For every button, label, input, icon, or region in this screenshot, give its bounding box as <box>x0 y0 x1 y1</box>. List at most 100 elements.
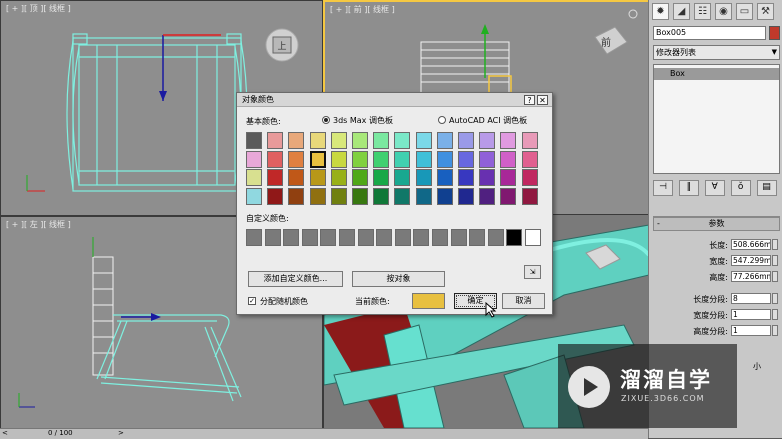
width-spinner[interactable] <box>772 255 778 266</box>
color-swatch[interactable] <box>373 132 390 149</box>
color-swatch[interactable] <box>246 169 262 186</box>
color-swatch[interactable] <box>394 169 411 186</box>
color-swatch[interactable] <box>458 169 474 186</box>
modify-tab-icon[interactable]: ◢ <box>673 3 690 20</box>
color-swatch[interactable] <box>267 150 284 168</box>
pin-stack-icon[interactable]: ⊣ <box>653 180 673 196</box>
custom-color-swatch[interactable] <box>339 229 355 246</box>
modifier-list-dropdown[interactable]: 修改器列表 ▼ <box>653 45 780 60</box>
stack-item-box[interactable]: Box <box>654 68 779 80</box>
custom-color-swatch[interactable] <box>506 229 523 246</box>
color-swatch[interactable] <box>330 132 347 149</box>
width-segs-input[interactable]: 1 <box>731 309 771 320</box>
custom-color-swatch[interactable] <box>394 229 411 246</box>
color-swatch[interactable] <box>458 187 474 205</box>
custom-color-swatch[interactable] <box>376 229 393 246</box>
custom-color-swatch[interactable] <box>357 229 374 246</box>
create-tab-icon[interactable]: ✹ <box>652 3 669 20</box>
color-swatch[interactable] <box>479 169 496 186</box>
color-swatch[interactable] <box>415 150 432 168</box>
height-segs-input[interactable]: 1 <box>731 325 771 336</box>
palette-3dsmax-radio[interactable]: 3ds Max 调色板 <box>322 115 393 126</box>
color-swatch[interactable] <box>436 169 453 186</box>
color-swatch[interactable] <box>246 187 262 205</box>
color-swatch[interactable] <box>373 150 390 168</box>
color-swatch[interactable] <box>288 187 305 205</box>
current-color-swatch[interactable] <box>412 293 445 309</box>
color-swatch[interactable] <box>394 132 411 149</box>
object-name-field[interactable]: Box005 <box>653 26 766 40</box>
next-frame-icon[interactable]: > <box>118 429 124 438</box>
color-swatch[interactable] <box>436 187 453 205</box>
custom-color-swatch[interactable] <box>432 229 448 246</box>
length-spinner[interactable] <box>772 239 778 250</box>
color-swatch[interactable] <box>330 150 347 168</box>
width-segs-spinner[interactable] <box>772 309 778 320</box>
color-swatch[interactable] <box>479 187 496 205</box>
length-segs-spinner[interactable] <box>772 293 778 304</box>
color-swatch[interactable] <box>436 132 453 149</box>
custom-color-swatch[interactable] <box>264 229 281 246</box>
height-segs-spinner[interactable] <box>772 325 778 336</box>
custom-color-swatch[interactable] <box>320 229 337 246</box>
by-object-button[interactable]: 按对象 <box>352 271 445 287</box>
color-swatch[interactable] <box>521 132 538 149</box>
color-swatch[interactable] <box>309 187 326 205</box>
close-button[interactable]: ✕ <box>537 95 548 105</box>
height-spinner[interactable] <box>772 271 778 282</box>
custom-color-swatch[interactable] <box>469 229 486 246</box>
color-swatch[interactable] <box>521 169 538 186</box>
color-swatch[interactable] <box>309 150 326 168</box>
custom-color-swatch[interactable] <box>413 229 430 246</box>
color-swatch[interactable] <box>246 132 262 149</box>
color-swatch[interactable] <box>458 132 474 149</box>
custom-color-swatch[interactable] <box>301 229 318 246</box>
color-swatch[interactable] <box>394 150 411 168</box>
display-tab-icon[interactable]: ▭ <box>736 3 753 20</box>
color-swatch[interactable] <box>415 187 432 205</box>
modifier-stack[interactable]: Box <box>653 64 780 174</box>
custom-color-swatch[interactable] <box>246 229 262 246</box>
color-swatch[interactable] <box>309 169 326 186</box>
help-button[interactable]: ? <box>524 95 535 105</box>
color-swatch[interactable] <box>288 132 305 149</box>
configure-sets-icon[interactable]: ▤ <box>756 180 777 196</box>
assign-random-checkbox[interactable]: ✓ <box>248 297 256 305</box>
color-swatch[interactable] <box>330 169 347 186</box>
eyedropper-icon[interactable]: ⇲ <box>524 265 541 279</box>
color-swatch[interactable] <box>521 150 538 168</box>
length-input[interactable]: 508.666m <box>731 239 771 250</box>
color-swatch[interactable] <box>267 187 284 205</box>
hierarchy-tab-icon[interactable]: ☷ <box>694 3 711 20</box>
length-segs-input[interactable]: 8 <box>731 293 771 304</box>
prev-frame-icon[interactable]: < <box>2 429 8 438</box>
color-swatch[interactable] <box>415 132 432 149</box>
remove-modifier-icon[interactable]: ǒ <box>730 180 751 196</box>
make-unique-icon[interactable]: ∀ <box>704 180 725 196</box>
custom-color-swatch[interactable] <box>283 229 300 246</box>
add-custom-color-button[interactable]: 添加自定义颜色... <box>248 271 343 287</box>
custom-color-swatch[interactable] <box>487 229 504 246</box>
height-input[interactable]: 77.266mm <box>731 271 771 282</box>
color-swatch[interactable] <box>373 169 390 186</box>
color-swatch[interactable] <box>436 150 453 168</box>
color-swatch[interactable] <box>500 150 517 168</box>
palette-autocad-radio[interactable]: AutoCAD ACI 调色板 <box>438 115 527 126</box>
color-swatch[interactable] <box>373 187 390 205</box>
color-swatch[interactable] <box>500 169 517 186</box>
motion-tab-icon[interactable]: ◉ <box>715 3 732 20</box>
color-swatch[interactable] <box>267 169 284 186</box>
color-swatch[interactable] <box>500 132 517 149</box>
color-swatch[interactable] <box>288 169 305 186</box>
cancel-button[interactable]: 取消 <box>502 293 545 309</box>
time-slider-bar[interactable]: 0 / 100 < > <box>0 428 648 439</box>
custom-color-swatch[interactable] <box>450 229 467 246</box>
parameters-rollout-header[interactable]: - 参数 <box>653 217 780 231</box>
color-swatch[interactable] <box>479 132 496 149</box>
width-input[interactable]: 547.299m <box>731 255 771 266</box>
color-swatch[interactable] <box>246 150 262 168</box>
color-swatch[interactable] <box>352 169 368 186</box>
show-end-result-icon[interactable]: ‖ <box>678 180 699 196</box>
color-swatch[interactable] <box>500 187 517 205</box>
color-swatch[interactable] <box>479 150 496 168</box>
